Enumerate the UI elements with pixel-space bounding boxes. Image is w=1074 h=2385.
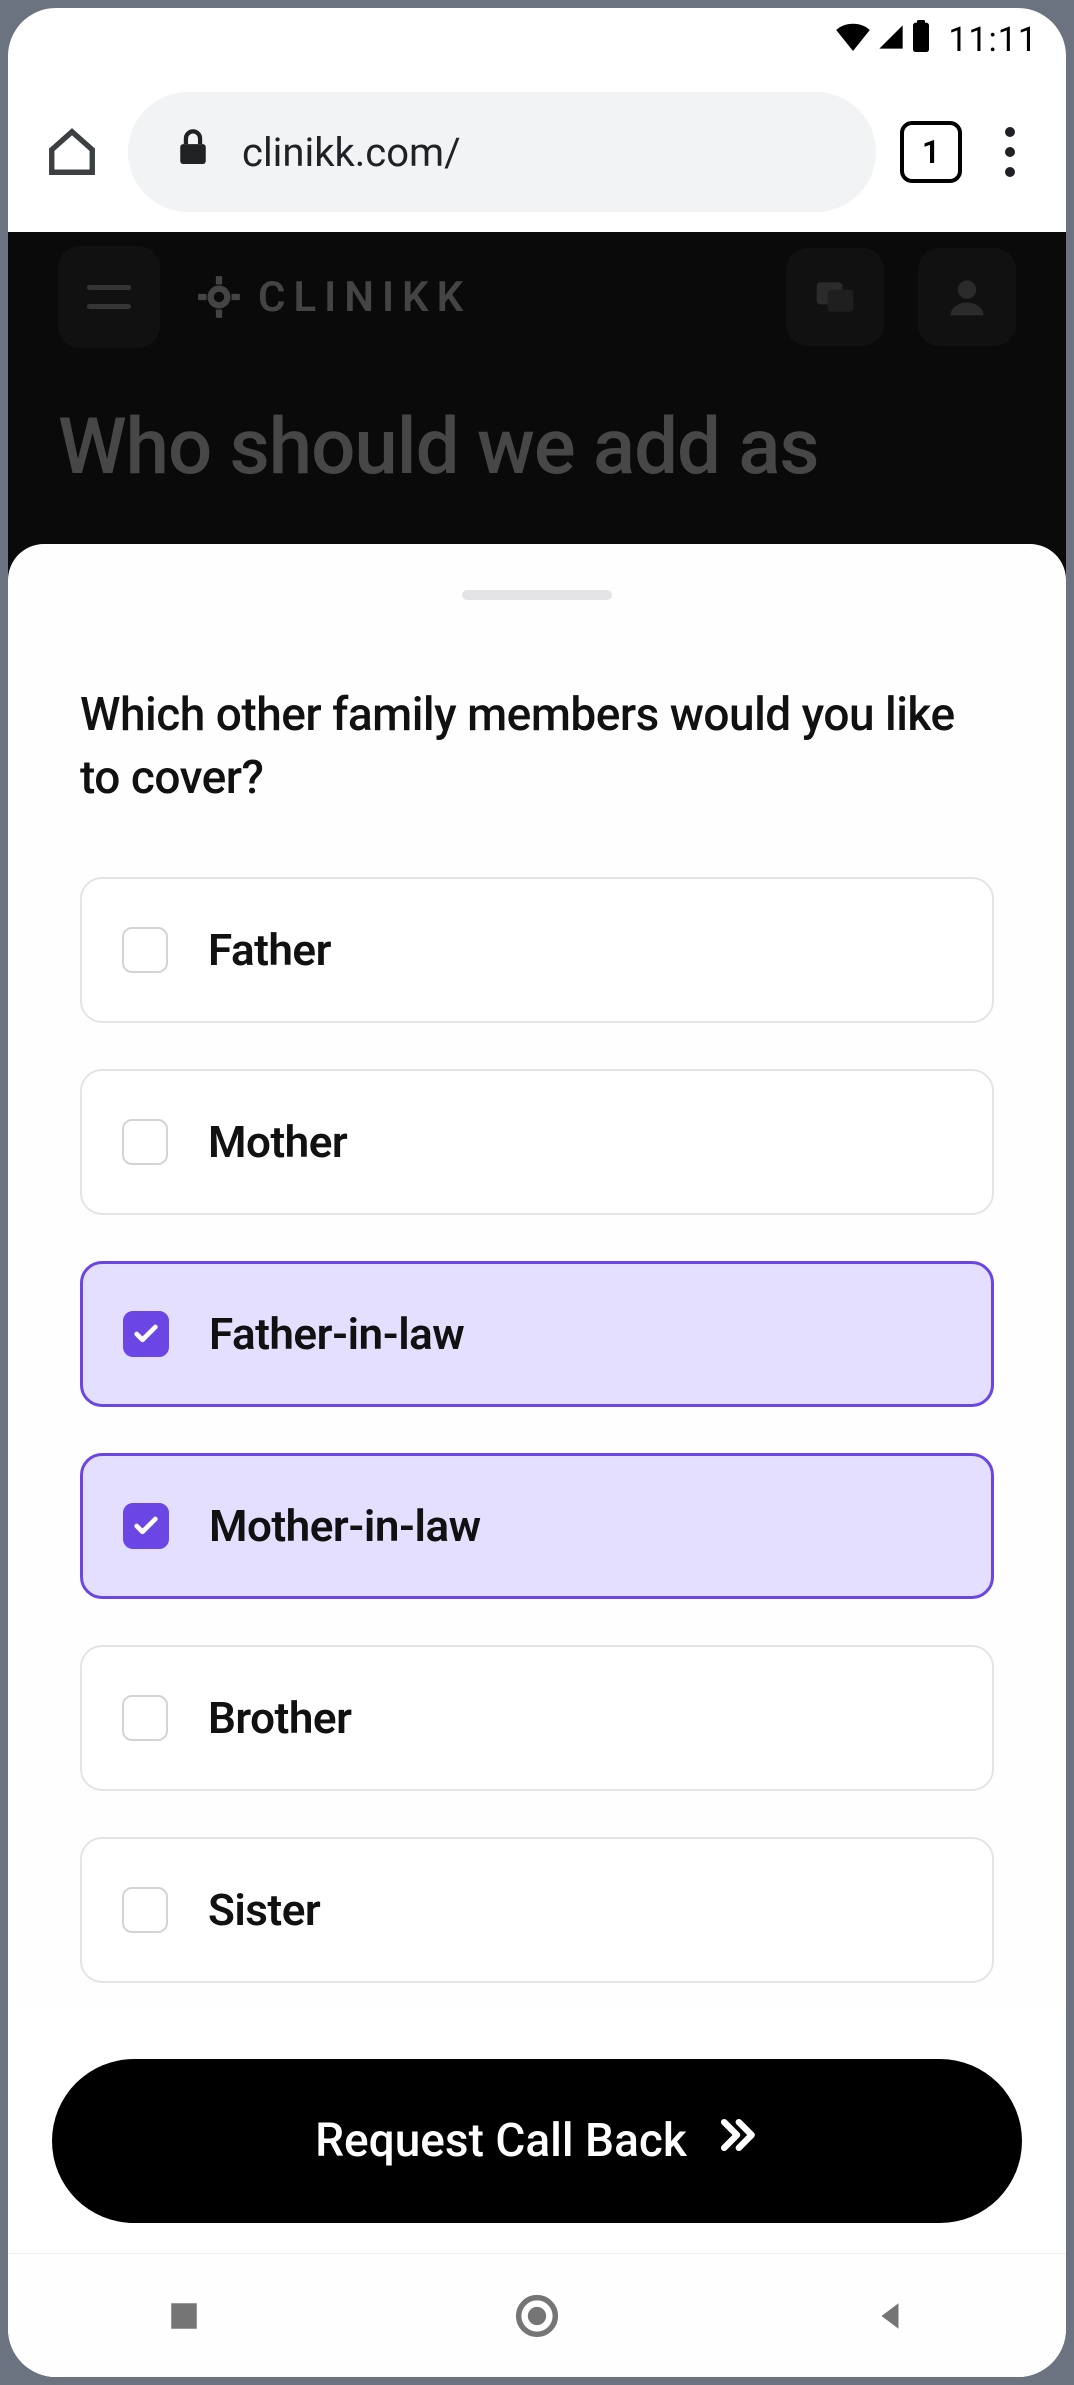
lock-icon (176, 127, 210, 177)
family-option[interactable]: Brother (80, 1645, 994, 1791)
option-label: Mother (208, 1116, 347, 1168)
status-clock: 11:11 (948, 20, 1038, 60)
request-callback-button[interactable]: Request Call Back (52, 2059, 1022, 2223)
browser-menu-button[interactable] (986, 127, 1034, 177)
address-bar[interactable]: clinikk.com/ (128, 92, 876, 212)
profile-button[interactable] (918, 248, 1016, 346)
nav-back-button[interactable] (866, 2292, 914, 2340)
family-option[interactable]: Mother-in-law (80, 1453, 994, 1599)
checkbox[interactable] (122, 1887, 168, 1933)
battery-icon (912, 20, 930, 61)
cta-label: Request Call Back (315, 2114, 687, 2168)
background-heading: Who should we add as (8, 362, 1066, 493)
checkbox[interactable] (123, 1311, 169, 1357)
checkbox[interactable] (122, 1119, 168, 1165)
browser-toolbar: clinikk.com/ 1 (8, 72, 1066, 232)
tabs-button[interactable]: 1 (900, 121, 962, 183)
family-option[interactable]: Father (80, 877, 994, 1023)
tab-count: 1 (922, 133, 940, 171)
family-option[interactable]: Mother (80, 1069, 994, 1215)
option-label: Mother-in-law (209, 1500, 481, 1552)
sheet-drag-handle[interactable] (462, 590, 612, 600)
option-label: Brother (208, 1692, 351, 1744)
url-text: clinikk.com/ (242, 129, 461, 176)
language-button[interactable] (786, 248, 884, 346)
option-label: Father-in-law (209, 1308, 464, 1360)
cta-bar: Request Call Back (8, 2023, 1066, 2253)
family-option[interactable]: Father-in-law (80, 1261, 994, 1407)
wifi-icon (836, 20, 870, 60)
cell-signal-icon (876, 20, 906, 60)
app-header: CLINIKK (8, 232, 1066, 362)
nav-overview-button[interactable] (160, 2292, 208, 2340)
nav-home-button[interactable] (513, 2292, 561, 2340)
family-option[interactable]: Sister (80, 1837, 994, 1983)
bottom-sheet: Which other family members would you lik… (8, 544, 1066, 2253)
brand-logo: CLINIKK (194, 272, 471, 322)
page-backdrop: CLINIKK Who should we add as Which other… (8, 232, 1066, 2253)
checkbox[interactable] (123, 1503, 169, 1549)
sheet-question: Which other family members would you lik… (80, 684, 994, 809)
option-label: Sister (208, 1884, 320, 1936)
checkbox[interactable] (122, 1695, 168, 1741)
chevrons-right-icon (715, 2113, 759, 2169)
checkbox[interactable] (122, 927, 168, 973)
option-label: Father (208, 924, 331, 976)
system-nav-bar (8, 2253, 1066, 2377)
menu-icon[interactable] (58, 246, 160, 348)
status-bar: 11:11 (8, 8, 1066, 72)
browser-home-button[interactable] (40, 120, 104, 184)
